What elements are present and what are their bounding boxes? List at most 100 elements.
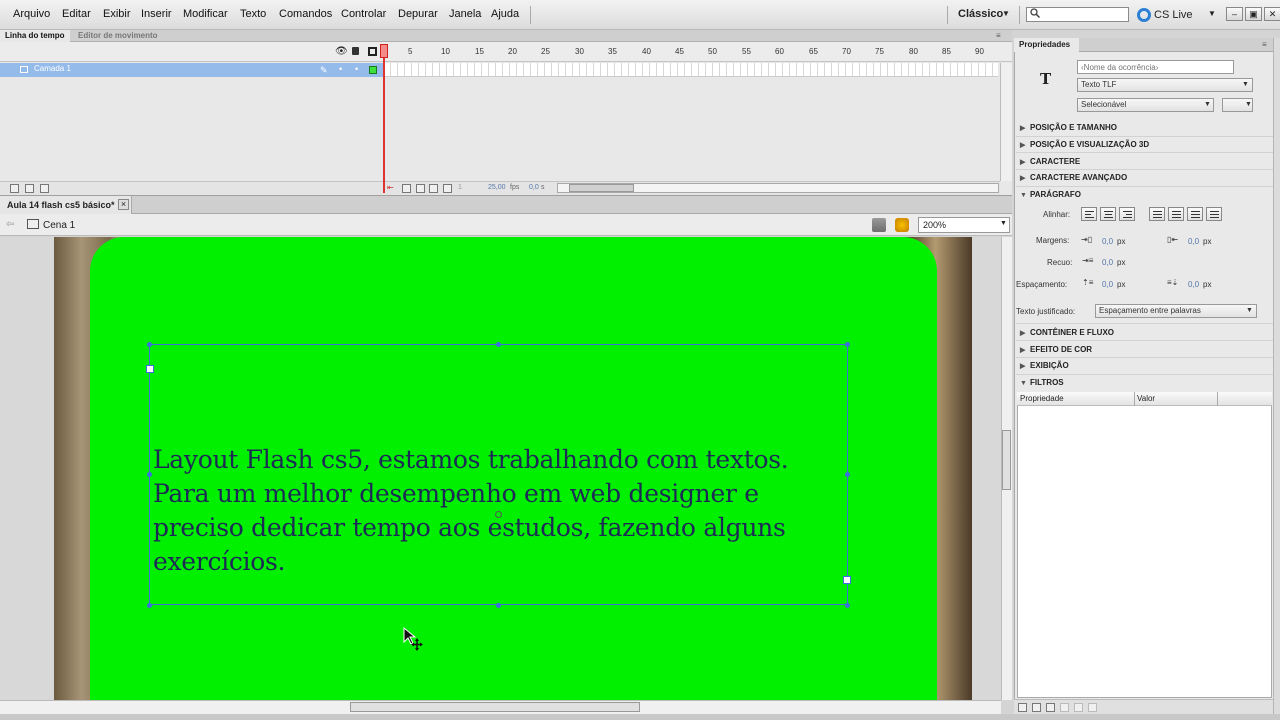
justify-left-button[interactable] xyxy=(1149,207,1165,221)
menu-exibir[interactable]: Exibir xyxy=(103,8,131,20)
in-port[interactable] xyxy=(146,365,154,373)
tab-editor-de-movimento[interactable]: Editor de movimento xyxy=(73,30,163,42)
preset-icon[interactable] xyxy=(1032,703,1041,712)
section-caractere[interactable]: ▶ CARACTERE xyxy=(1020,157,1080,166)
justification-select[interactable]: Espaçamento entre palavras xyxy=(1095,304,1257,318)
new-layer-icon[interactable] xyxy=(10,184,19,193)
space-before-value[interactable]: 0,0 xyxy=(1102,280,1113,289)
outline-color-icon[interactable] xyxy=(369,66,377,74)
close-tab-button[interactable]: × xyxy=(118,199,129,210)
timeline-scroll-thumb[interactable] xyxy=(569,184,634,192)
margin-right-value[interactable]: 0,0 xyxy=(1188,237,1199,246)
section-filtros[interactable]: ▼ FILTROS xyxy=(1020,378,1064,387)
new-folder-icon[interactable] xyxy=(25,184,34,193)
zoom-select[interactable]: 200% xyxy=(918,217,1010,233)
section-caractere-avancado[interactable]: ▶ CARACTERE AVANÇADO xyxy=(1020,173,1127,182)
lock-icon[interactable] xyxy=(352,47,359,55)
section-posicao-3d[interactable]: ▶ POSIÇÃO E VISUALIZAÇÃO 3D xyxy=(1020,140,1149,149)
onion-outline-icon[interactable] xyxy=(416,184,425,193)
align-center-button[interactable] xyxy=(1100,207,1116,221)
edit-multiple-icon[interactable] xyxy=(429,184,438,193)
indent-value[interactable]: 0,0 xyxy=(1102,258,1113,267)
visibility-dot[interactable]: • xyxy=(339,64,342,74)
menu-comandos[interactable]: Comandos xyxy=(279,8,332,20)
stage-vertical-thumb[interactable] xyxy=(1002,430,1011,490)
chevron-down-icon[interactable]: ▼ xyxy=(1242,81,1249,88)
resize-handle[interactable] xyxy=(496,603,501,608)
section-paragrafo[interactable]: ▼ PARÁGRAFO xyxy=(1020,190,1081,199)
text-engine-select[interactable]: Texto TLF xyxy=(1077,78,1253,92)
edit-scene-icon[interactable] xyxy=(872,218,886,232)
out-port[interactable] xyxy=(843,576,851,584)
edit-symbols-icon[interactable] xyxy=(895,218,909,232)
margin-left-value[interactable]: 0,0 xyxy=(1102,237,1113,246)
scene-label[interactable]: Cena 1 xyxy=(43,220,75,231)
column-header[interactable]: Valor xyxy=(1137,394,1155,403)
menu-janela[interactable]: Janela xyxy=(449,8,481,20)
add-filter-icon[interactable] xyxy=(1018,703,1027,712)
chevron-down-icon[interactable]: ▼ xyxy=(1245,101,1252,108)
minimize-button[interactable]: – xyxy=(1226,7,1243,21)
section-conteiner-fluxo[interactable]: ▶ CONTÊINER E FLUXO xyxy=(1020,328,1114,337)
resize-handle[interactable] xyxy=(845,342,850,347)
workspace-switcher[interactable]: Clássico xyxy=(958,8,1003,20)
resize-handle[interactable] xyxy=(845,603,850,608)
back-arrow-icon[interactable]: ⇦ xyxy=(6,219,14,230)
align-left-button[interactable] xyxy=(1081,207,1097,221)
layer-row[interactable]: Camada 1 ✎ • • xyxy=(0,63,383,77)
playhead[interactable] xyxy=(383,45,385,193)
justify-right-button[interactable] xyxy=(1187,207,1203,221)
text-behavior-select[interactable]: Selecionável xyxy=(1077,98,1214,112)
eye-icon[interactable]: 👁 xyxy=(335,46,348,57)
lock-dot[interactable]: • xyxy=(355,64,358,74)
resize-handle[interactable] xyxy=(845,472,850,477)
cs-live-button[interactable]: CS Live xyxy=(1154,9,1193,21)
chevron-down-icon[interactable]: ▼ xyxy=(1204,101,1211,108)
cs-live-icon[interactable] xyxy=(1137,8,1151,22)
clipboard-icon[interactable] xyxy=(1046,703,1055,712)
section-posicao-tamanho[interactable]: ▶ POSIÇÃO E TAMANHO xyxy=(1020,123,1117,132)
menu-modificar[interactable]: Modificar xyxy=(183,8,228,20)
close-window-button[interactable]: ✕ xyxy=(1264,7,1280,21)
timeline-vertical-scrollbar[interactable] xyxy=(1000,63,1012,181)
tab-propriedades[interactable]: Propriedades xyxy=(1014,38,1079,52)
chevron-down-icon[interactable]: ▼ xyxy=(1246,307,1253,314)
panel-menu-icon[interactable]: ≡ xyxy=(996,31,1001,40)
onion-skin-icon[interactable] xyxy=(402,184,411,193)
resize-handle[interactable] xyxy=(147,342,152,347)
outline-icon[interactable] xyxy=(368,47,377,56)
space-after-value[interactable]: 0,0 xyxy=(1188,280,1199,289)
chevron-down-icon[interactable]: ▼ xyxy=(1002,9,1010,18)
playhead-handle[interactable] xyxy=(380,44,388,58)
center-frame-icon[interactable]: ⇤ xyxy=(387,183,394,192)
resize-handle[interactable] xyxy=(147,472,152,477)
menu-inserir[interactable]: Inserir xyxy=(141,8,172,20)
section-efeito-cor[interactable]: ▶ EFEITO DE COR xyxy=(1020,345,1092,354)
chevron-down-icon[interactable]: ▼ xyxy=(1000,220,1007,227)
section-exibicao[interactable]: ▶ EXIBIÇÃO xyxy=(1020,361,1069,370)
properties-scrollbar[interactable] xyxy=(1273,38,1280,714)
trash-icon[interactable] xyxy=(40,184,49,193)
menu-editar[interactable]: Editar xyxy=(62,8,91,20)
frame-cells[interactable] xyxy=(384,63,998,77)
tab-linha-do-tempo[interactable]: Linha do tempo xyxy=(0,30,70,42)
menu-depurar[interactable]: Depurar xyxy=(398,8,438,20)
instance-name-input[interactable] xyxy=(1077,60,1234,74)
delete-filter-icon[interactable] xyxy=(1088,703,1097,712)
maximize-button[interactable]: ▣ xyxy=(1245,7,1262,21)
column-header[interactable]: Propriedade xyxy=(1020,394,1064,403)
filters-table[interactable] xyxy=(1017,392,1272,698)
justify-center-button[interactable] xyxy=(1168,207,1184,221)
panel-menu-icon[interactable]: ≡ xyxy=(1262,40,1267,49)
justify-all-button[interactable] xyxy=(1206,207,1222,221)
search-input[interactable] xyxy=(1026,7,1129,22)
document-tab[interactable]: Aula 14 flash cs5 básico* xyxy=(0,196,132,214)
menu-ajuda[interactable]: Ajuda xyxy=(491,8,519,20)
fps-value[interactable]: 25,00 xyxy=(488,184,506,191)
resize-handle[interactable] xyxy=(496,342,501,347)
layer-name[interactable]: Camada 1 xyxy=(34,64,71,73)
modify-markers-icon[interactable] xyxy=(443,184,452,193)
reset-filter-icon[interactable] xyxy=(1074,703,1083,712)
chevron-down-icon[interactable]: ▼ xyxy=(1208,9,1216,18)
stage-horizontal-thumb[interactable] xyxy=(350,702,640,712)
